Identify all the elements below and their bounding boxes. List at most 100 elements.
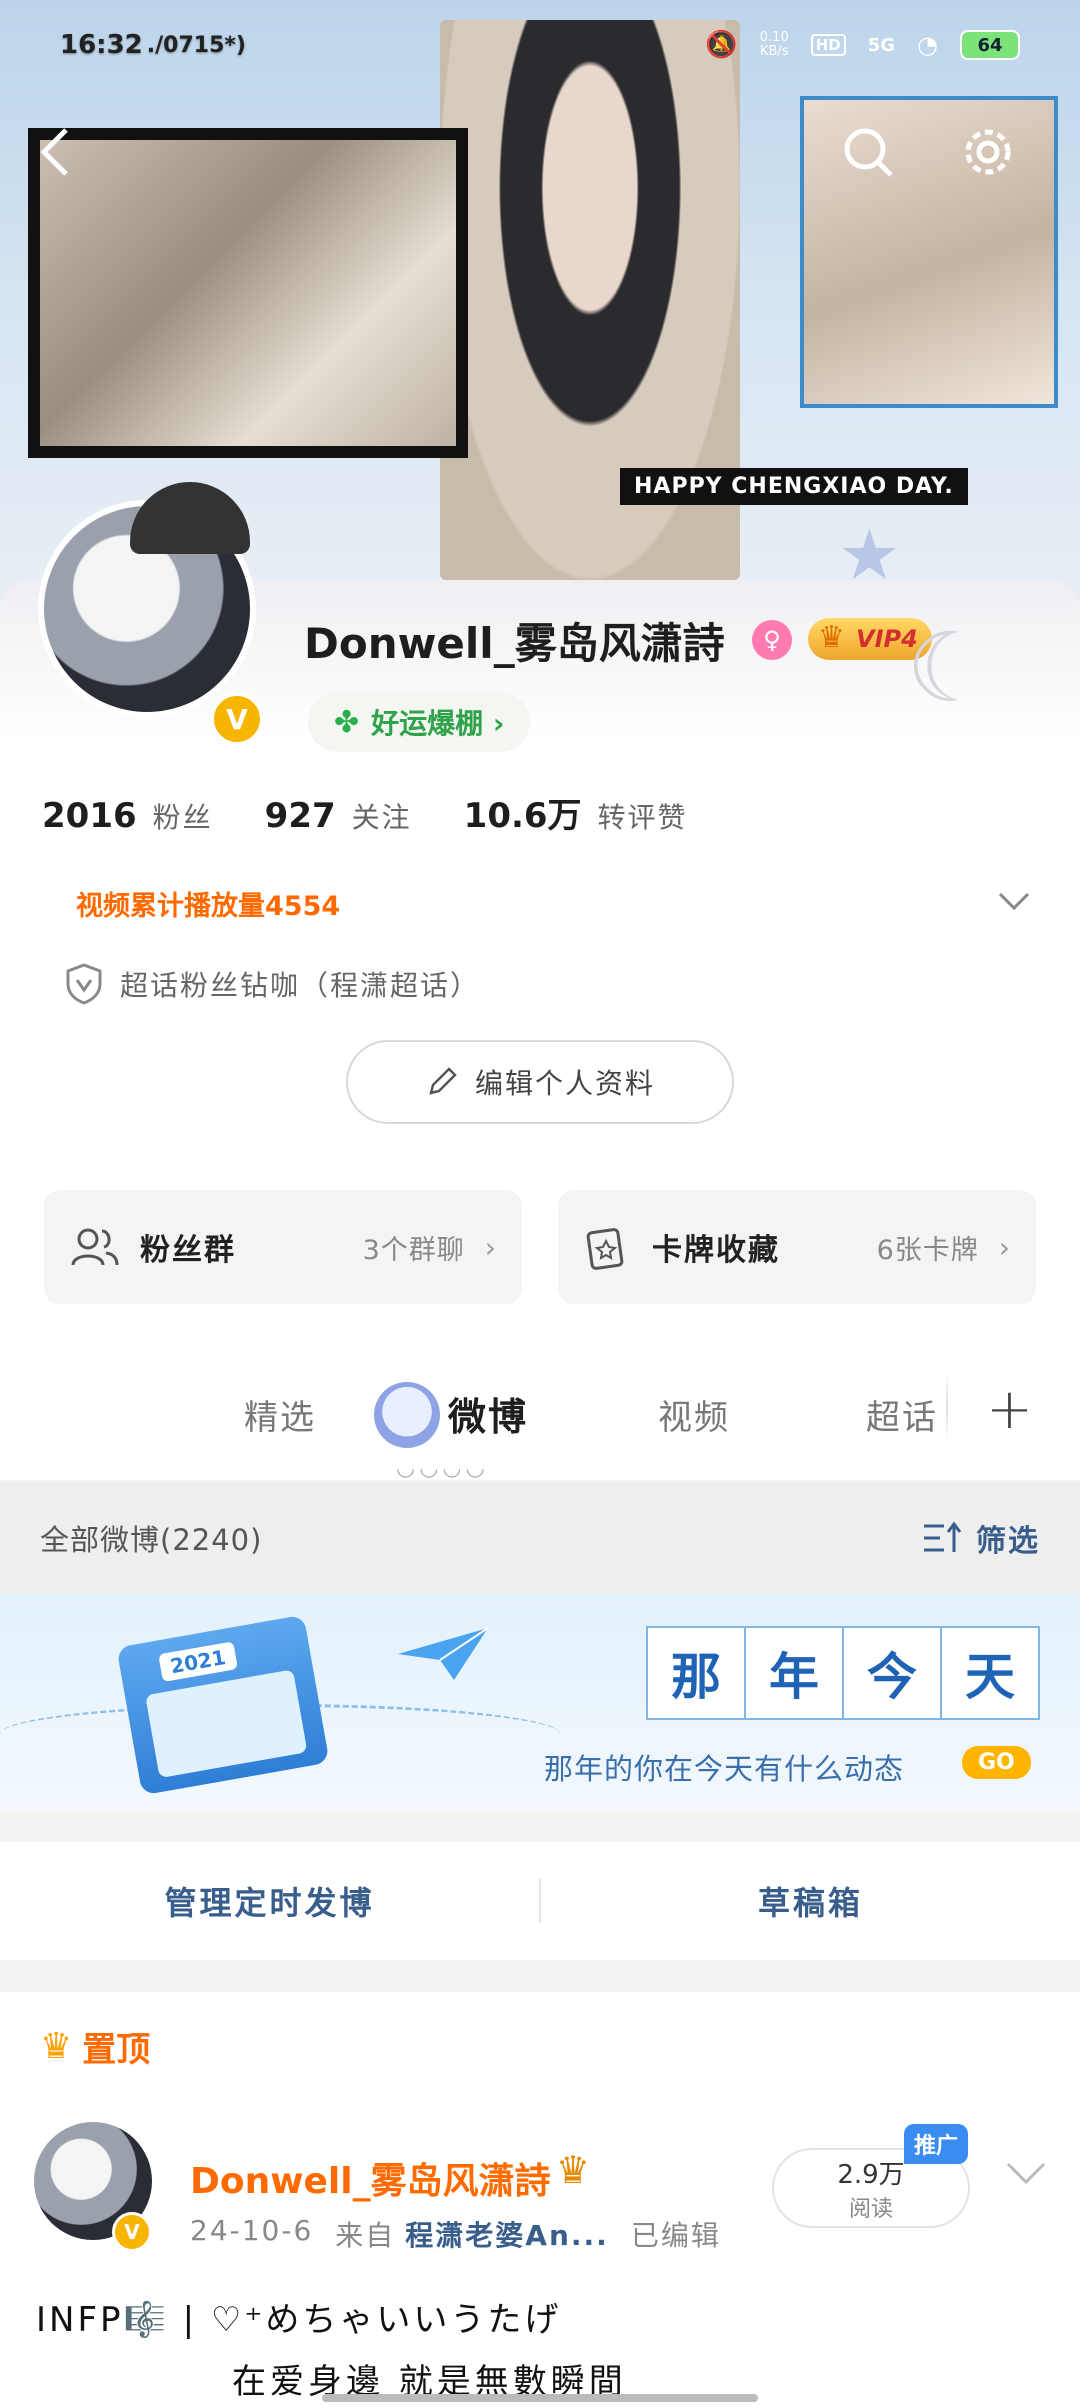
fan-group-sub: 3个群聊 [362, 1234, 465, 1266]
super-fan-label: 超话粉丝钻咖（程潇超话） [120, 969, 481, 1002]
feature-cards: 粉丝群 3个群聊 › 卡牌收藏 6张卡牌 › [44, 1190, 1036, 1304]
tab-supertopic[interactable]: 超话 [866, 1390, 938, 1439]
back-arrow-icon [40, 128, 68, 176]
group-icon [71, 1228, 119, 1266]
pencil-icon [429, 1067, 457, 1095]
luck-label: 好运爆棚 › [371, 707, 505, 740]
hd-icon: HD [810, 34, 846, 56]
fan-group-card[interactable]: 粉丝群 3个群聊 › [44, 1190, 522, 1304]
tab-weibo[interactable]: 微博 [448, 1386, 528, 1441]
paper-plane-icon [398, 1627, 489, 1680]
stat-fans-value: 2016 [42, 796, 137, 836]
chevron-right-icon: › [998, 1230, 1010, 1264]
filter-bar: 全部微博(2240) 筛选 [0, 1482, 1080, 1594]
filter-button[interactable]: 筛选 [922, 1516, 1040, 1560]
status-extra: ./0715*) [146, 32, 246, 58]
status-icons: 🔕 0.10 KB/s HD 5G ◔ 64 [705, 30, 1020, 60]
net-speed-unit: KB/s [759, 44, 789, 59]
manage-row: 管理定时发博 草稿箱 [0, 1842, 1080, 1960]
stat-following-value: 927 [264, 796, 336, 836]
signal-icon: 5G [867, 34, 896, 56]
moon-decoration-icon: ☾ [906, 612, 993, 724]
all-posts-count[interactable]: 全部微博(2240) [40, 1517, 262, 1559]
card-icon [586, 1228, 624, 1270]
post-source[interactable]: 程潇老婆An... [405, 2214, 609, 2254]
title-char: 那 [646, 1626, 746, 1720]
vip-crown-icon: ♛ [556, 2148, 591, 2192]
tab-divider [946, 1370, 948, 1442]
stat-engagement-label: 转评赞 [597, 801, 688, 834]
profile-stats: 2016 粉丝 927 关注 10.6万 转评赞 [42, 788, 688, 837]
stat-fans[interactable]: 2016 粉丝 [42, 796, 213, 836]
net-speed-value: 0.10 [759, 30, 789, 45]
luck-badge[interactable]: ✤ 好运爆棚 › [308, 692, 531, 752]
cover-photo-left [28, 128, 468, 458]
search-icon [844, 128, 893, 177]
card-collection-title: 卡牌收藏 [652, 1233, 780, 1268]
card-collection-sub: 6张卡牌 [876, 1234, 979, 1266]
tab-featured[interactable]: 精选 [244, 1390, 316, 1439]
drafts-button[interactable]: 草稿箱 [541, 1878, 1080, 1924]
shield-v-icon [66, 963, 102, 1005]
scheduled-posts-button[interactable]: 管理定时发博 [0, 1878, 539, 1924]
post-from-label: 来自 [335, 2219, 396, 2252]
card-collection-card[interactable]: 卡牌收藏 6张卡牌 › [558, 1190, 1036, 1304]
stat-engagement-value: 10.6万 [463, 796, 582, 836]
status-time-group: 16:32 ./0715*) [60, 30, 246, 60]
pinned-post[interactable]: ♛ 置顶 V Donwell_雾岛风潇詩 ♛ 24-10-6 来自 程潇老婆An… [0, 1992, 1080, 2408]
gear-icon [965, 129, 1011, 175]
post-author[interactable]: Donwell_雾岛风潇詩 [190, 2152, 551, 2204]
edit-profile-button[interactable]: 编辑个人资料 [346, 1040, 734, 1124]
add-tab-button[interactable]: + [986, 1382, 1033, 1438]
net-speed: 0.10 KB/s [760, 31, 789, 59]
stat-fans-label: 粉丝 [152, 801, 213, 834]
mascot-icon [374, 1382, 440, 1448]
title-char: 年 [744, 1626, 844, 1720]
calendar-icon: 2021 [116, 1614, 330, 1796]
post-meta: 24-10-6 来自 程潇老婆An... 已编辑 [190, 2214, 721, 2254]
fan-group-title: 粉丝群 [140, 1233, 236, 1268]
post-text-line-1: INFP🎼 | ♡⁺めちゃいいうたげ [36, 2300, 562, 2340]
chevron-right-icon: › [484, 1230, 496, 1264]
search-button[interactable] [836, 120, 900, 184]
verified-badge-icon: V [210, 692, 264, 746]
female-gender-icon: ♀ [752, 620, 792, 660]
pinned-label: ♛ 置顶 [40, 2022, 150, 2071]
filter-icon [924, 1521, 962, 1552]
crown-icon: ♛ [40, 2026, 73, 2067]
video-play-count: 视频累计播放量4554 [76, 891, 341, 922]
pinned-text: 置顶 [82, 2030, 151, 2070]
expand-profile-button[interactable] [994, 880, 1034, 920]
edit-profile-label: 编辑个人资料 [474, 1067, 655, 1100]
home-indicator[interactable] [322, 2394, 758, 2402]
post-menu-button[interactable] [1004, 2158, 1048, 2192]
stat-engagement[interactable]: 10.6万 转评赞 [464, 788, 688, 837]
reads-value: 2.9万 [837, 2159, 905, 2190]
battery-icon: 64 [960, 30, 1020, 60]
status-bar: 16:32 ./0715*) 🔕 0.10 KB/s HD 5G ◔ 64 [0, 0, 1080, 90]
on-this-day-subtitle: 那年的你在今天有什么动态 [544, 1752, 905, 1786]
chevron-down-icon [998, 892, 1030, 911]
profile-tabs: 精选 微博 ◡◡◡◡ 视频 超话 + [0, 1340, 1080, 1481]
go-button[interactable]: GO [962, 1746, 1031, 1779]
post-edited: 已编辑 [630, 2219, 721, 2252]
back-button[interactable] [24, 120, 88, 184]
status-time: 16:32 [60, 30, 143, 60]
reads-label: 阅读 [848, 2196, 893, 2222]
chevron-down-icon [1006, 2162, 1046, 2185]
clover-icon: ✤ [334, 704, 360, 740]
tab-video[interactable]: 视频 [658, 1390, 730, 1439]
stat-following-label: 关注 [351, 801, 412, 834]
on-this-day-banner[interactable]: 2021 那 年 今 天 那年的你在今天有什么动态 GO [0, 1594, 1080, 1810]
calendar-year: 2021 [158, 1641, 238, 1683]
settings-button[interactable] [956, 120, 1020, 184]
promote-badge[interactable]: 推广 [904, 2124, 969, 2164]
username: Donwell_雾岛风潇詩 [304, 619, 725, 668]
super-fan-line[interactable]: 超话粉丝钻咖（程潇超话） [64, 962, 480, 1006]
title-char: 今 [842, 1626, 942, 1720]
mute-icon: 🔕 [705, 30, 738, 60]
stat-following[interactable]: 927 关注 [265, 796, 412, 836]
verified-badge-icon: V [112, 2212, 152, 2252]
filter-label: 筛选 [976, 1524, 1040, 1559]
cover-tagline: HAPPY CHENGXIAO DAY. [620, 468, 968, 505]
